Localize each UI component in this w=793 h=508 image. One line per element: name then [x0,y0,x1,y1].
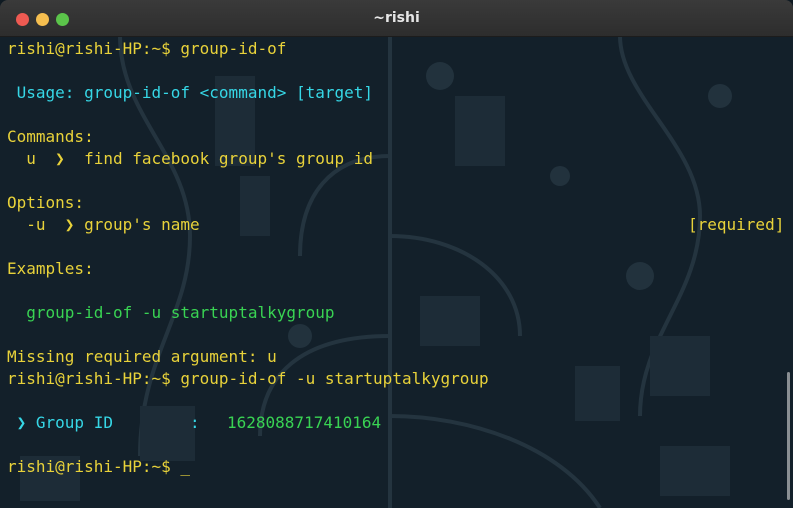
prompt-line: rishi@rishi-HP:~$ group-id-of -u startup… [7,369,489,388]
usage-line: Usage: group-id-of <command> [target] [7,83,374,102]
error-message: Missing required argument: u [7,347,277,366]
prompt-line: rishi@rishi-HP:~$ group-id-of [7,39,287,58]
prompt-cursor-line: rishi@rishi-HP:~$ _ [7,457,191,476]
scrollbar[interactable] [787,372,790,500]
group-id-label: ❯ Group ID : [7,413,200,432]
group-id-value: 1628088717410164 [227,413,382,432]
example-command: group-id-of -u startuptalkygroup [7,303,335,322]
option-item: -u ❯ group's name [7,215,200,234]
examples-heading: Examples: [7,259,94,278]
terminal-window: ~rishi rishi@rishi-HP:~$ group-id-of Usa… [0,0,793,508]
required-badge: [required] [688,215,785,234]
title-bar: ~rishi [0,0,793,37]
terminal-output[interactable]: rishi@rishi-HP:~$ group-id-of Usage: gro… [7,36,787,508]
commands-heading: Commands: [7,127,94,146]
window-title: ~rishi [373,10,420,26]
options-heading: Options: [7,193,85,212]
command-item: u ❯ find facebook group's group id [7,149,374,168]
